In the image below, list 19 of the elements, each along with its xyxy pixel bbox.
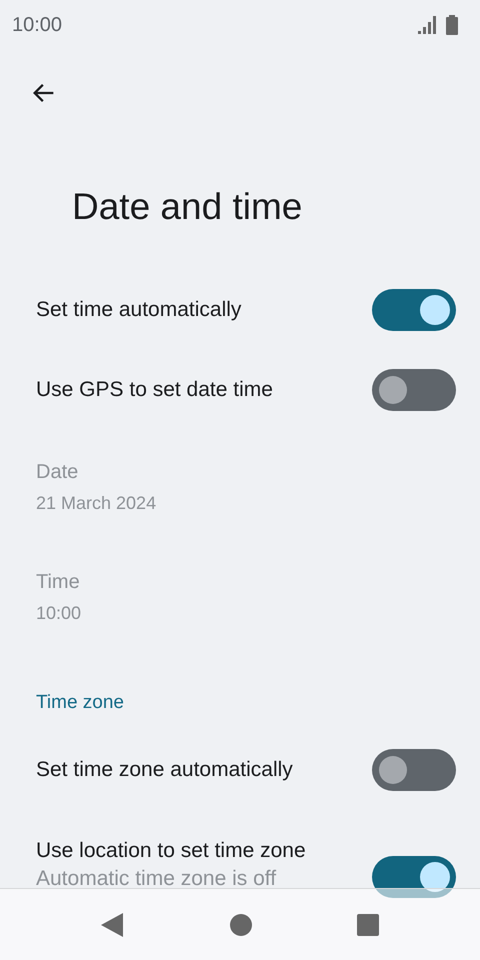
setting-label: Use location to set time zone bbox=[36, 838, 306, 864]
toggle-switch[interactable] bbox=[372, 369, 456, 411]
setting-label: Set time automatically bbox=[36, 297, 242, 323]
section-header: Time zone bbox=[36, 692, 124, 713]
setting-label: Set time zone automatically bbox=[36, 757, 293, 783]
setting-label: Use GPS to set date time bbox=[36, 377, 273, 403]
toggle-switch[interactable] bbox=[372, 289, 456, 331]
home-icon[interactable] bbox=[230, 914, 252, 936]
status-time: 10:00 bbox=[12, 13, 62, 38]
toggle-switch[interactable] bbox=[372, 856, 456, 898]
page-title: Date and time bbox=[71, 185, 304, 229]
setting-summary: Automatic time zone is off bbox=[36, 866, 278, 892]
toggle-switch[interactable] bbox=[372, 749, 456, 791]
battery-icon bbox=[446, 15, 458, 35]
back-icon[interactable] bbox=[100, 912, 125, 936]
setting-value: 21 March 2024 bbox=[36, 492, 156, 515]
setting-value: 10:00 bbox=[36, 602, 82, 625]
signal-icon bbox=[418, 16, 438, 34]
recents-icon[interactable] bbox=[357, 914, 380, 936]
